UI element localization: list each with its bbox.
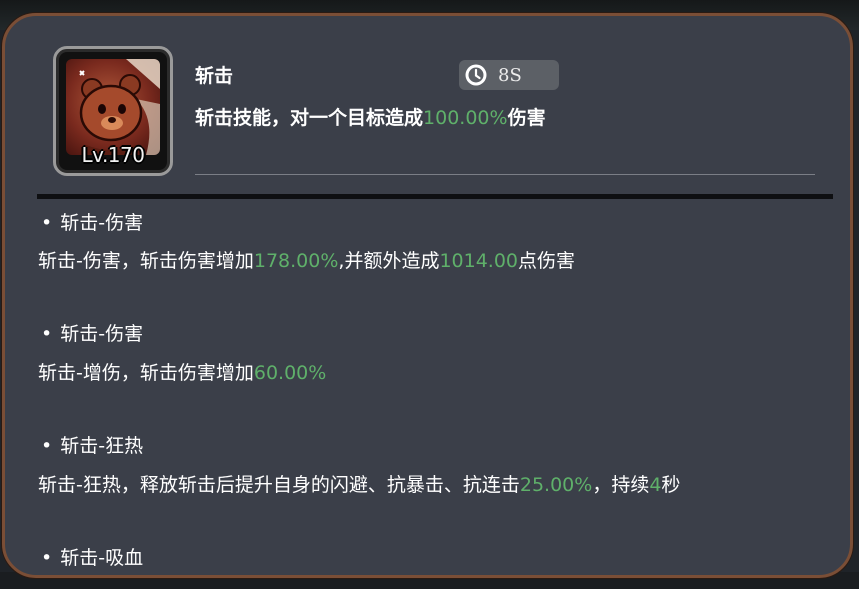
skill-level-label: Lv.170 — [81, 143, 145, 167]
effect-desc-part: 斩击-增伤，斩击伤害增加 — [38, 362, 254, 384]
effect-desc-part: 秒 — [661, 474, 681, 496]
skill-icon-frame[interactable]: Lv.170 — [53, 46, 173, 176]
bear-avatar-icon — [66, 59, 160, 155]
bullet-icon: • — [41, 547, 53, 569]
effect-title-text: 斩击-吸血 — [60, 547, 144, 569]
skill-description-text: 斩击技能，对一个目标造成 — [195, 107, 424, 129]
skill-name: 斩击 — [195, 65, 234, 87]
header-divider — [195, 174, 815, 175]
skill-damage-value: 100.00% — [423, 107, 508, 129]
effect-title: • 斩击-狂热 — [41, 431, 143, 458]
effect-desc-part: ，持续 — [592, 474, 650, 496]
effect-desc-part: ,并额外造成 — [338, 250, 440, 272]
effect-desc-value: 25.00% — [519, 474, 593, 496]
skill-description: 斩击技能，对一个目标造成100.00%伤害 — [195, 103, 546, 130]
effect-desc-value: 60.00% — [253, 362, 327, 384]
skill-description-suffix: 伤害 — [507, 107, 546, 129]
skill-detail-panel: Lv.170 斩击 8S 斩击技能，对一个目标造成100.00%伤害 • 斩击-伤… — [2, 13, 853, 578]
effect-desc-part: 点伤害 — [518, 250, 576, 272]
effect-title-text: 斩击-伤害 — [60, 323, 144, 345]
effect-description: 斩击-狂热，释放斩击后提升自身的闪避、抗暴击、抗连击25.00%，持续4秒 — [38, 470, 680, 497]
effect-desc-part: 斩击-狂热，释放斩击后提升自身的闪避、抗暴击、抗连击 — [38, 474, 520, 496]
effect-description: 斩击-伤害，斩击伤害增加178.00%,并额外造成1014.00点伤害 — [38, 246, 575, 273]
effect-desc-value: 178.00% — [253, 250, 339, 272]
bullet-icon: • — [41, 323, 53, 345]
cooldown-value: 8S — [498, 64, 522, 86]
effect-desc-value: 1014.00 — [439, 250, 519, 272]
section-divider — [37, 194, 833, 199]
bullet-icon: • — [41, 435, 53, 457]
effect-title: • 斩击-伤害 — [41, 208, 143, 235]
cooldown-badge: 8S — [459, 60, 559, 90]
effect-title: • 斩击-伤害 — [41, 319, 143, 346]
bullet-icon: • — [41, 212, 53, 234]
effect-title-text: 斩击-伤害 — [60, 212, 144, 234]
effect-description: 斩击-增伤，斩击伤害增加60.00% — [38, 358, 326, 385]
effect-desc-value: 4 — [649, 474, 662, 496]
effect-title-text: 斩击-狂热 — [60, 435, 144, 457]
effect-title: • 斩击-吸血 — [41, 543, 143, 570]
effect-desc-part: 斩击-伤害，斩击伤害增加 — [38, 250, 254, 272]
clock-icon — [465, 64, 487, 86]
